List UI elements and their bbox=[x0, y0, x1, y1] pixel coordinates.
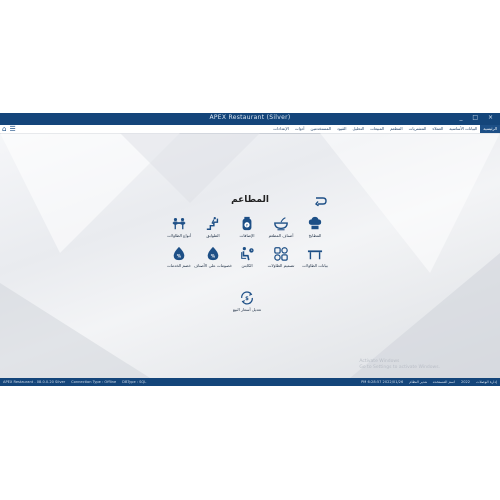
status-bar: APEX Restaurant - 08.0.0.20 Silver Connec… bbox=[0, 378, 500, 386]
stairs-icon bbox=[206, 217, 219, 230]
back-arrow-icon[interactable] bbox=[314, 195, 328, 207]
seated-person-icon bbox=[241, 247, 254, 261]
status-right-0: PM 6:28:57 2022/01/26 bbox=[361, 380, 404, 384]
status-right-4: مدير النظام bbox=[409, 380, 427, 384]
tile-label: تعديل أسعار البيع bbox=[232, 307, 262, 312]
price-edit-icon: $ bbox=[241, 291, 253, 305]
menu-item-10[interactable]: الإعدادات bbox=[270, 125, 292, 133]
menu-item-4[interactable]: المطعم bbox=[387, 125, 406, 133]
menu-item-8[interactable]: المستخدمين bbox=[308, 125, 335, 133]
tile-label: أنواع الطاولات bbox=[167, 233, 191, 238]
tile-dining-table[interactable]: أنواع الطاولات bbox=[157, 216, 201, 238]
status-left-1: Connection Type : Offline bbox=[71, 380, 117, 384]
svg-text:$: $ bbox=[245, 296, 249, 302]
status-right-1: إدارة الوصلات bbox=[476, 380, 497, 384]
svg-text:P: P bbox=[246, 223, 248, 227]
tile-price-edit[interactable]: $ تعديل أسعار البيع bbox=[225, 290, 269, 312]
table-icon bbox=[307, 250, 323, 260]
status-left-0: APEX Restaurant - 08.0.0.20 Silver bbox=[3, 380, 66, 384]
window-title: APEX Restaurant (Silver) bbox=[209, 114, 291, 121]
grid-layout-icon bbox=[274, 247, 288, 261]
svg-text:%: % bbox=[177, 253, 182, 259]
menu-item-2[interactable]: العملاء bbox=[429, 125, 446, 133]
dining-table-icon bbox=[172, 217, 186, 230]
tile-label: خصم الخدمات bbox=[166, 263, 191, 268]
menu-item-3[interactable]: المشتريات bbox=[406, 125, 430, 133]
tile-service-discount[interactable]: % خصم الخدمات bbox=[157, 246, 201, 268]
watermark-line-2: Go to Settings to activate Windows. bbox=[359, 365, 440, 370]
menu-item-0[interactable]: الرئيسية bbox=[480, 125, 500, 133]
add-ons-icon: P bbox=[242, 216, 252, 231]
chef-hat-icon bbox=[308, 216, 322, 230]
item-discount-icon: % bbox=[207, 246, 219, 261]
svg-text:%: % bbox=[211, 253, 216, 259]
status-left: APEX Restaurant - 08.0.0.20 Silver Connec… bbox=[3, 378, 152, 386]
status-right-3: اسم المستخدم bbox=[432, 380, 455, 384]
app-window: APEX Restaurant (Silver) _ □ × ⌂ ☰ الرئيس… bbox=[0, 113, 500, 386]
menu-item-6[interactable]: التحليل bbox=[349, 125, 367, 133]
menu-item-1[interactable]: البيانات الأساسية bbox=[446, 125, 480, 133]
status-left-2: DBType : SQL bbox=[122, 380, 147, 384]
food-bowl-icon bbox=[274, 217, 288, 231]
window-controls[interactable]: _ □ × bbox=[459, 114, 497, 121]
status-right-2: 2022 bbox=[460, 380, 471, 384]
menu-item-7[interactable]: القيود bbox=[334, 125, 349, 133]
menu-items: الرئيسية البيانات الأساسية العملاء المشتريا… bbox=[270, 125, 500, 133]
title-bar: APEX Restaurant (Silver) _ □ × bbox=[0, 113, 500, 125]
status-right: PM 6:28:57 2022/01/26 إدارة الوصلات 2022 اس… bbox=[355, 378, 497, 386]
home-icon[interactable]: ⌂ bbox=[2, 125, 6, 133]
menu-item-5[interactable]: المبيعات bbox=[367, 125, 387, 133]
panel-title: المطاعم bbox=[231, 195, 269, 205]
hamburger-menu-icon[interactable]: ☰ bbox=[9, 125, 15, 133]
menu-item-9[interactable]: أدوات bbox=[292, 125, 308, 133]
activation-watermark: Activate Windows Go to Settings to activ… bbox=[359, 359, 440, 371]
service-discount-icon: % bbox=[173, 246, 185, 261]
